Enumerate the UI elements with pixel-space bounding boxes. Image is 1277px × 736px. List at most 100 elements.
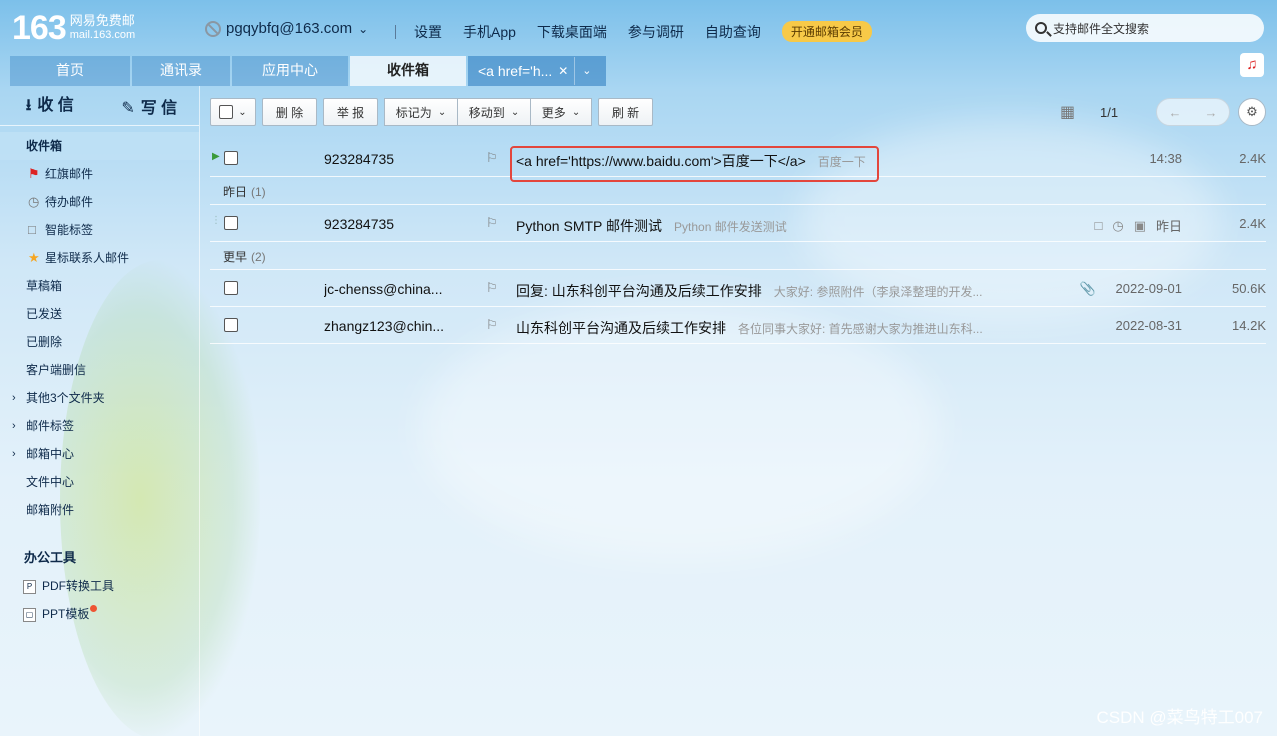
mail-preview: Python 邮件发送测试 <box>674 220 787 234</box>
mail-checkbox[interactable] <box>224 151 238 168</box>
mail-size: 2.4K <box>1239 216 1266 231</box>
tab-open-mail[interactable]: <a href='h... ✕ ⌄ <box>468 56 606 86</box>
nav-divider <box>395 24 396 39</box>
chevron-right-icon: › <box>12 420 16 432</box>
nav-self-service[interactable]: 自助查询 <box>705 22 761 42</box>
nav-survey[interactable]: 参与调研 <box>628 22 684 42</box>
chevron-right-icon: › <box>12 448 16 460</box>
search-placeholder: 支持邮件全文搜索 <box>1053 21 1150 36</box>
mail-row[interactable]: zhangz123@chin... ⚐ 山东科创平台沟通及后续工作安排 各位同事大… <box>210 307 1266 344</box>
sidebar-item-drafts[interactable]: 草稿箱 <box>0 272 199 300</box>
tab-contacts[interactable]: 通讯录 <box>132 56 230 86</box>
mail-size: 2.4K <box>1239 151 1266 166</box>
sidebar-item-red-flag[interactable]: ⚑ 红旗邮件 <box>0 160 199 188</box>
next-page-icon[interactable]: → <box>1193 105 1229 120</box>
logo[interactable]: 163 网易免费邮 mail.163.com <box>12 11 135 45</box>
mail-date: 2022-09-01 <box>1115 281 1183 296</box>
tab-home[interactable]: 首页 <box>10 56 130 86</box>
account-email: pgqybfq@163.com <box>226 20 353 37</box>
mark-as-button[interactable]: 标记为 ⌄ <box>384 98 457 126</box>
write-mail-button[interactable]: ✎ 写 信 <box>100 94 200 118</box>
sidebar-item-label: 邮件标签 <box>26 419 75 433</box>
mail-subject-wrap: 回复: 山东科创平台沟通及后续工作安排 大家好: 参照附件（李泉泽整理的开发... <box>516 281 982 301</box>
sidebar-item-mail-center[interactable]: › 邮箱中心 <box>0 440 199 468</box>
sidebar-item-mail-tags[interactable]: › 邮件标签 <box>0 412 199 440</box>
tool-label: PPT模板 <box>42 607 90 621</box>
receive-mail-button[interactable]: ⭳ 收 信 <box>0 91 100 121</box>
sidebar-item-todo[interactable]: ◷ 待办邮件 <box>0 188 199 216</box>
clock-icon[interactable]: ◷ <box>1112 218 1123 234</box>
mail-checkbox[interactable] <box>224 318 238 335</box>
sidebar-item-inbox[interactable]: 收件箱 <box>0 132 199 160</box>
sidebar-item-label: 待办邮件 <box>45 195 94 209</box>
mail-row[interactable]: ⋮⋮ 923284735 ⚐ Python SMTP 邮件测试 Python 邮件… <box>210 205 1266 242</box>
sidebar-item-client-deleted[interactable]: 客户端删信 <box>0 356 199 384</box>
tab-inbox[interactable]: 收件箱 <box>350 56 466 86</box>
mail-subject: Python SMTP 邮件测试 <box>516 218 663 234</box>
mail-list: ▶ 923284735 ⚐ <a href='https://www.baidu… <box>210 140 1266 344</box>
music-icon[interactable]: ♫ <box>1240 53 1264 77</box>
select-all-checkbox[interactable] <box>219 105 234 119</box>
report-button[interactable]: 举 报 <box>323 98 378 126</box>
sidebar-item-file-center[interactable]: 文件中心 <box>0 468 199 496</box>
move-to-label: 移动到 <box>468 105 505 120</box>
bookmark-icon[interactable]: □ <box>1094 218 1102 233</box>
mail-from: 923284735 <box>324 151 395 167</box>
search-input[interactable]: 支持邮件全文搜索 <box>1026 14 1264 42</box>
prev-page-icon[interactable]: ← <box>1157 105 1193 120</box>
sidebar-item-label: 其他3个文件夹 <box>26 391 105 405</box>
sidebar-item-deleted[interactable]: 已删除 <box>0 328 199 356</box>
row-actions: □ ◷ ▣ 昨日 <box>1094 216 1182 235</box>
nav-settings[interactable]: 设置 <box>414 22 442 42</box>
move-to-button[interactable]: 移动到 ⌄ <box>457 98 530 126</box>
group-header-earlier: 更早 (2) <box>210 242 1266 270</box>
account-status-icon <box>205 20 221 37</box>
mail-checkbox[interactable] <box>224 216 238 233</box>
nav-download-desktop[interactable]: 下载桌面端 <box>537 22 607 42</box>
settings-button[interactable]: ⚙ <box>1238 98 1266 126</box>
sidebar-item-sent[interactable]: 已发送 <box>0 300 199 328</box>
calendar-icon[interactable]: ▦ <box>1060 98 1075 126</box>
chevron-down-icon: ⌄ <box>238 106 247 118</box>
attachment-icon: 📎 <box>1079 281 1096 296</box>
sidebar-item-starred[interactable]: ★ 星标联系人邮件 <box>0 244 199 272</box>
sidebar-tool-ppt[interactable]: ▢ PPT模板 <box>0 600 199 628</box>
group-title: 更早 <box>223 250 248 264</box>
select-all-dropdown[interactable]: ⌄ <box>210 98 256 126</box>
sidebar-tool-pdf[interactable]: P PDF转换工具 <box>0 572 199 600</box>
gear-icon: ⚙ <box>1238 98 1266 126</box>
chevron-down-icon: ⌄ <box>510 106 520 118</box>
tabs-dropdown-icon[interactable]: ⌄ <box>574 57 598 85</box>
group-title: 昨日 <box>223 185 248 199</box>
office-tools-heading: 办公工具 <box>24 550 77 565</box>
flag-icon[interactable]: ⚐ <box>486 317 498 333</box>
mail-checkbox[interactable] <box>224 281 238 298</box>
more-button[interactable]: 更多 ⌄ <box>530 98 592 126</box>
mail-size: 14.2K <box>1232 318 1266 333</box>
tool-label: PDF转换工具 <box>42 579 115 593</box>
tab-app-center[interactable]: 应用中心 <box>232 56 348 86</box>
close-icon[interactable]: ✕ <box>558 57 568 85</box>
delete-button[interactable]: 删 除 <box>262 98 317 126</box>
mail-from: 923284735 <box>324 216 395 232</box>
trash-icon[interactable]: ▣ <box>1134 218 1146 234</box>
unread-marker-icon: ▶ <box>212 151 220 162</box>
mail-subject-wrap: Python SMTP 邮件测试 Python 邮件发送测试 <box>516 216 787 236</box>
refresh-button[interactable]: 刷 新 <box>598 98 653 126</box>
vip-button[interactable]: 开通邮箱会员 <box>781 21 872 42</box>
account-menu[interactable]: pgqybfq@163.com ⌄ <box>205 20 368 37</box>
sidebar-item-attachments[interactable]: 邮箱附件 <box>0 496 199 524</box>
top-bar: 163 网易免费邮 mail.163.com pgqybfq@163.com ⌄… <box>0 0 1277 56</box>
sidebar-item-label: 智能标签 <box>45 223 94 237</box>
main-tabs: 首页 通讯录 应用中心 收件箱 <a href='h... ✕ ⌄ <box>10 56 608 86</box>
sidebar-item-label: 红旗邮件 <box>45 167 94 181</box>
flag-icon[interactable]: ⚐ <box>486 215 498 231</box>
sidebar-item-smart-tag[interactable]: □ 智能标签 <box>0 216 199 244</box>
inbox-download-icon: ⭳ <box>25 96 32 114</box>
ppt-icon: ▢ <box>23 608 36 622</box>
flag-icon[interactable]: ⚐ <box>486 150 498 166</box>
sidebar-item-other-folders[interactable]: › 其他3个文件夹 <box>0 384 199 412</box>
nav-mobile-app[interactable]: 手机App <box>463 22 516 42</box>
flag-icon[interactable]: ⚐ <box>486 280 498 296</box>
mail-row[interactable]: jc-chenss@china... ⚐ 回复: 山东科创平台沟通及后续工作安排… <box>210 270 1266 307</box>
